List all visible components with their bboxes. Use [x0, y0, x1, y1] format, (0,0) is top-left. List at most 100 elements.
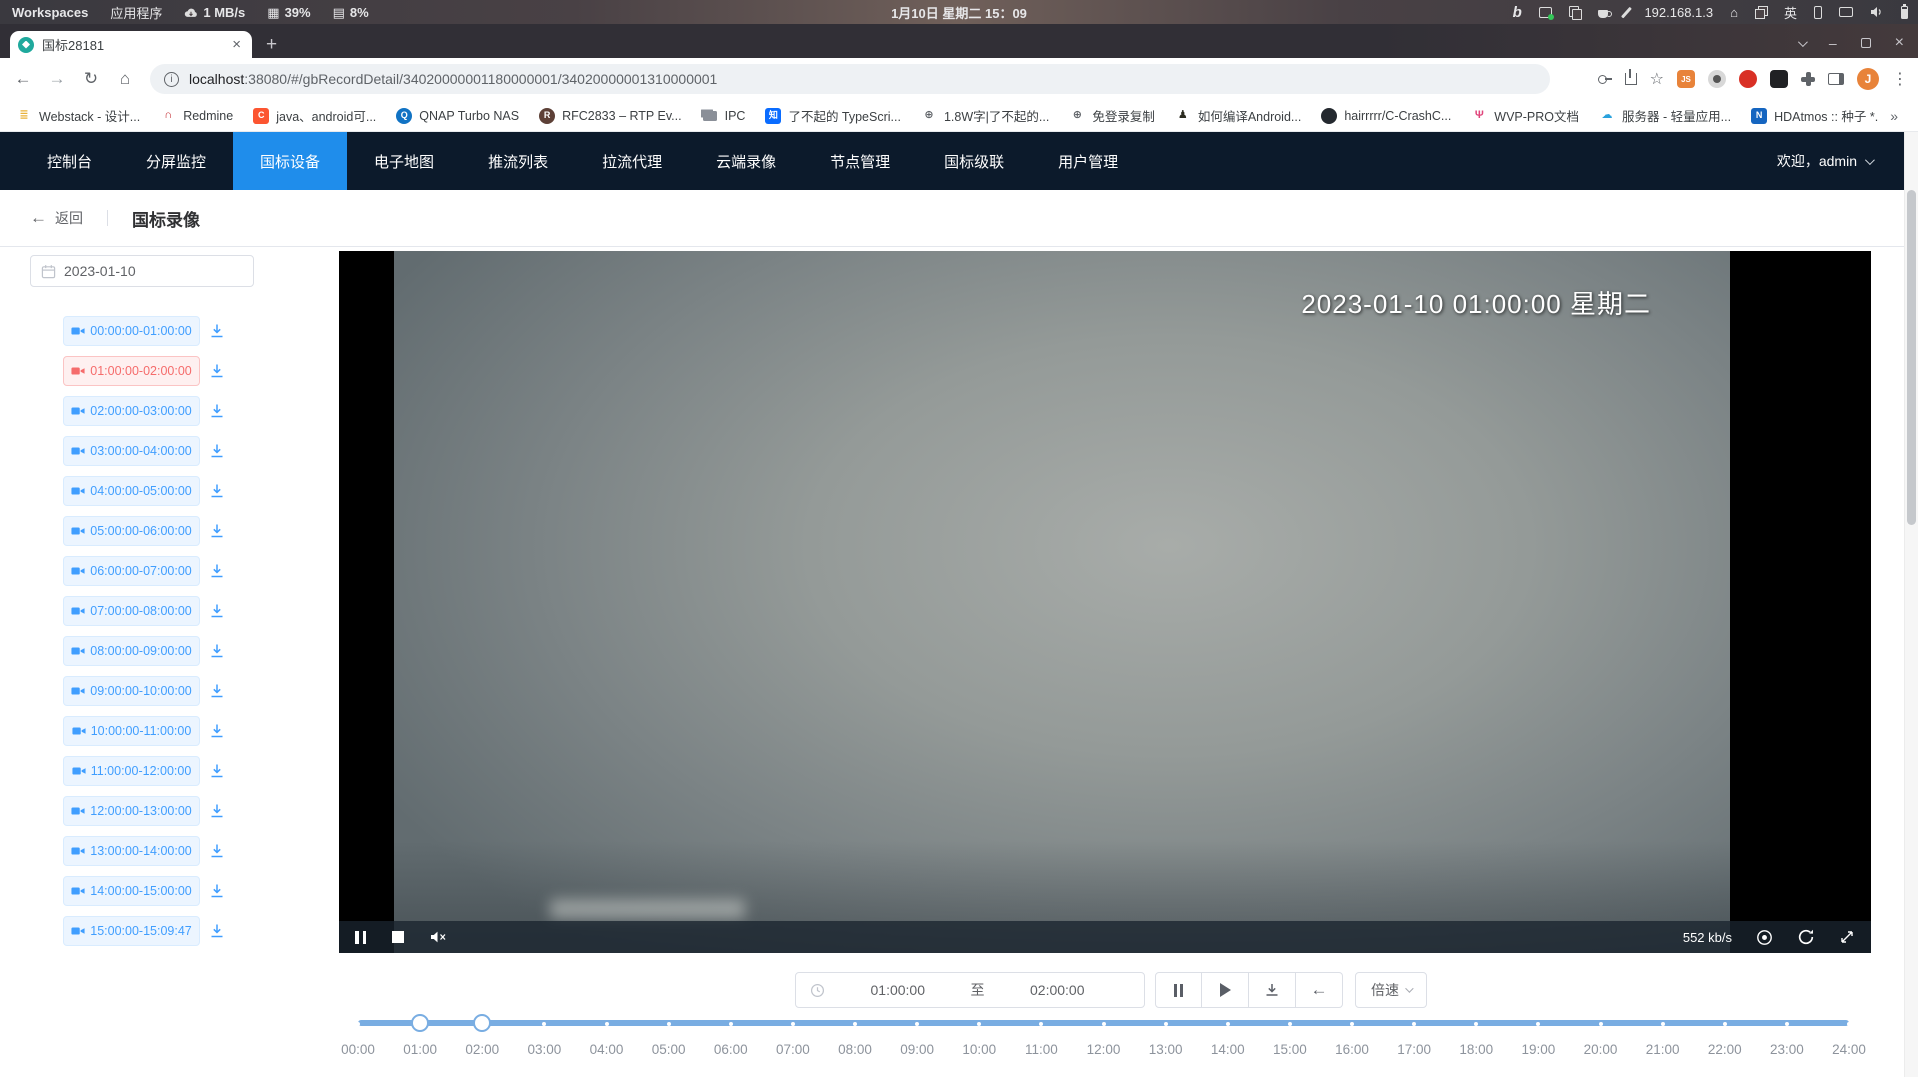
ip-address[interactable]: 192.168.1.3: [1644, 5, 1713, 20]
workspaces-button[interactable]: Workspaces: [12, 5, 88, 20]
bookmark-item[interactable]: ⊕免登录复制: [1061, 103, 1163, 128]
bookmark-item[interactable]: Cjava、android可...: [245, 103, 384, 128]
bookmark-item[interactable]: ♟如何编译Android...: [1167, 103, 1310, 128]
bookmarks-overflow-icon[interactable]: »: [1878, 108, 1910, 124]
nav-tab[interactable]: 推流列表: [461, 132, 575, 190]
user-menu[interactable]: 欢迎，admin: [1777, 132, 1918, 190]
segment-download-button[interactable]: [209, 403, 225, 419]
side-panel-icon[interactable]: [1828, 73, 1844, 85]
bookmark-item[interactable]: NHDAtmos :: 种子 *...: [1743, 103, 1878, 128]
caffeine-tray-icon[interactable]: [1598, 10, 1608, 18]
window-minimize-button[interactable]: –: [1829, 35, 1837, 51]
segment-download-button[interactable]: [209, 483, 225, 499]
profile-avatar[interactable]: J: [1857, 68, 1879, 90]
clock[interactable]: 1月10日 星期二 15：09: [891, 3, 1027, 22]
nav-tab[interactable]: 拉流代理: [575, 132, 689, 190]
mute-icon[interactable]: [430, 930, 447, 944]
screenshot-tray-icon[interactable]: [1539, 7, 1552, 18]
bookmark-item[interactable]: ⊕1.8W字|了不起的...: [913, 103, 1057, 128]
start-time-value[interactable]: 01:00:00: [825, 982, 971, 998]
timeline-handle[interactable]: [473, 1014, 491, 1032]
forward-button[interactable]: →: [42, 69, 72, 89]
new-tab-button[interactable]: +: [266, 35, 277, 54]
bookmark-item[interactable]: 知了不起的 TypeScri...: [757, 103, 909, 128]
bookmark-item[interactable]: RRFC2833 – RTP Ev...: [531, 105, 690, 127]
browser-menu-icon[interactable]: ⋮: [1892, 69, 1908, 89]
segment-download-button[interactable]: [209, 563, 225, 579]
segment-download-button[interactable]: [209, 843, 225, 859]
page-scrollbar[interactable]: [1904, 132, 1918, 1077]
window-close-button[interactable]: ×: [1895, 34, 1904, 52]
bookmark-item[interactable]: ∩Redmine: [152, 105, 241, 127]
segment-button[interactable]: 09:00:00-10:00:00: [63, 676, 200, 706]
back-button[interactable]: ←: [8, 69, 38, 89]
password-manager-icon[interactable]: [1598, 72, 1612, 86]
download-button[interactable]: [1249, 972, 1296, 1008]
segment-download-button[interactable]: [209, 523, 225, 539]
reload-button[interactable]: ↻: [76, 69, 106, 89]
bookmark-item[interactable]: IPC: [694, 105, 754, 127]
timeline-handle[interactable]: [411, 1014, 429, 1032]
extension-dark-icon[interactable]: [1770, 70, 1788, 88]
bookmark-item[interactable]: ☁服务器 - 轻量应用...: [1591, 103, 1739, 128]
seek-back-button[interactable]: ←: [1296, 972, 1343, 1008]
bookmark-item[interactable]: QQNAP Turbo NAS: [388, 105, 527, 127]
segment-button[interactable]: 06:00:00-07:00:00: [63, 556, 200, 586]
pen-tray-icon[interactable]: [1621, 6, 1632, 17]
segment-button[interactable]: 07:00:00-08:00:00: [63, 596, 200, 626]
address-bar[interactable]: i localhost:38080/#/gbRecordDetail/34020…: [150, 64, 1550, 94]
segment-download-button[interactable]: [209, 363, 225, 379]
speed-dropdown[interactable]: 倍速: [1355, 972, 1427, 1008]
windows-tray-icon[interactable]: [1755, 6, 1767, 18]
bookmark-item[interactable]: ΨWVP-PRO文档: [1463, 103, 1587, 128]
segment-download-button[interactable]: [209, 323, 225, 339]
nav-tab[interactable]: 国标设备: [233, 132, 347, 190]
segment-download-button[interactable]: [209, 803, 225, 819]
clipboard-tray-icon[interactable]: [1569, 6, 1581, 18]
player-stop-icon[interactable]: [392, 931, 404, 943]
segment-button[interactable]: 03:00:00-04:00:00: [63, 436, 200, 466]
site-info-icon[interactable]: i: [164, 72, 179, 87]
extension-js-icon[interactable]: JS: [1677, 70, 1695, 88]
nav-tab[interactable]: 国标级联: [917, 132, 1031, 190]
segment-download-button[interactable]: [209, 443, 225, 459]
segment-download-button[interactable]: [209, 603, 225, 619]
input-method-indicator[interactable]: 英: [1784, 3, 1797, 22]
tab-close-icon[interactable]: ×: [229, 36, 244, 53]
segment-button[interactable]: 01:00:00-02:00:00: [63, 356, 200, 386]
segment-button[interactable]: 00:00:00-01:00:00: [63, 316, 200, 346]
segment-button[interactable]: 15:00:00-15:09:47: [63, 916, 200, 946]
nav-tab[interactable]: 云端录像: [689, 132, 803, 190]
tab-search-icon[interactable]: [1798, 37, 1808, 47]
nav-tab[interactable]: 电子地图: [347, 132, 461, 190]
time-range-input[interactable]: 01:00:00 至 02:00:00: [795, 972, 1145, 1008]
video-player[interactable]: 2023-01-10 01:00:00 星期二 552 kb/s: [339, 251, 1871, 953]
window-maximize-button[interactable]: [1861, 38, 1871, 48]
segment-button[interactable]: 05:00:00-06:00:00: [63, 516, 200, 546]
snapshot-icon[interactable]: [1756, 929, 1773, 946]
segment-button[interactable]: 08:00:00-09:00:00: [63, 636, 200, 666]
segment-button[interactable]: 11:00:00-12:00:00: [63, 756, 200, 786]
extension-red-icon[interactable]: [1739, 70, 1757, 88]
segment-download-button[interactable]: [209, 923, 225, 939]
applications-button[interactable]: 应用程序: [110, 3, 162, 22]
end-time-value[interactable]: 02:00:00: [985, 982, 1131, 998]
segment-button[interactable]: 10:00:00-11:00:00: [63, 716, 200, 746]
segment-button[interactable]: 13:00:00-14:00:00: [63, 836, 200, 866]
segment-download-button[interactable]: [209, 763, 225, 779]
scrollbar-thumb[interactable]: [1907, 190, 1916, 525]
nav-tab[interactable]: 控制台: [20, 132, 119, 190]
refresh-icon[interactable]: [1797, 928, 1815, 946]
pause-button[interactable]: [1155, 972, 1202, 1008]
fullscreen-icon[interactable]: [1839, 929, 1855, 945]
display-icon[interactable]: [1839, 7, 1853, 17]
player-pause-icon[interactable]: [355, 931, 366, 944]
bookmark-item[interactable]: hairrrrr/C-CrashC...: [1313, 105, 1459, 127]
segment-button[interactable]: 14:00:00-15:00:00: [63, 876, 200, 906]
nav-tab[interactable]: 用户管理: [1031, 132, 1145, 190]
bookmark-item[interactable]: ≣Webstack - 设计...: [8, 103, 148, 128]
phone-link-icon[interactable]: [1814, 6, 1822, 19]
segment-download-button[interactable]: [209, 683, 225, 699]
nav-tab[interactable]: 节点管理: [803, 132, 917, 190]
extensions-puzzle-icon[interactable]: [1801, 72, 1815, 86]
